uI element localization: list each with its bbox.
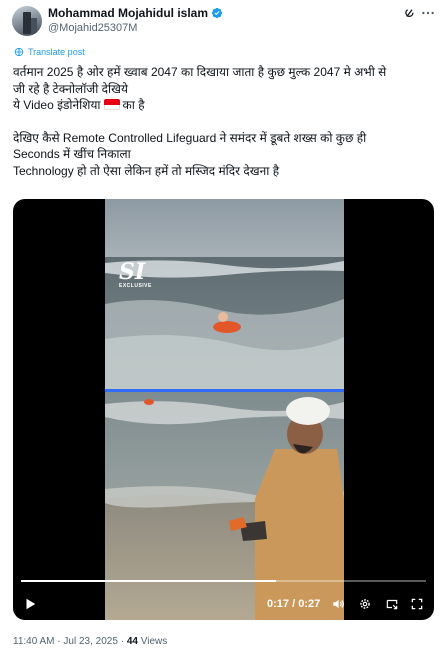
- meta-separator-2: ·: [120, 636, 125, 647]
- video-frame[interactable]: SI EXCLUSIVE: [105, 199, 344, 620]
- grok-icon[interactable]: [403, 6, 417, 20]
- post-time[interactable]: 11:40 AM: [13, 636, 55, 647]
- video-progress-bar[interactable]: [21, 580, 426, 582]
- tweet-line-3-start: ये Video इंडोनेशिया: [13, 98, 101, 112]
- tweet-line-5: Seconds में खींच निकाला: [13, 147, 131, 161]
- globe-icon: [14, 47, 24, 57]
- author-handle[interactable]: @Mojahid25307M: [48, 22, 137, 34]
- tweet-line-6: Technology हो तो ऐसा लेकिन हमें तो मस्जि…: [13, 163, 280, 178]
- avatar-tower-shape: [23, 12, 31, 34]
- time-current: 0:17: [267, 598, 290, 610]
- more-icon[interactable]: [420, 8, 436, 18]
- watermark-sub: EXCLUSIVE: [119, 283, 152, 289]
- time-separator: /: [292, 598, 296, 610]
- buoy-distant: [144, 399, 154, 405]
- fullscreen-icon[interactable]: [410, 597, 424, 611]
- man-shirt: [255, 449, 344, 620]
- avatar[interactable]: [12, 6, 42, 36]
- views-count: 44: [126, 636, 138, 647]
- man-cap: [286, 397, 330, 425]
- watermark: SI EXCLUSIVE: [119, 261, 159, 289]
- remote-lifeguard-buoy: [213, 321, 241, 333]
- indonesia-flag-emoji: [103, 99, 120, 110]
- split-divider: [105, 389, 344, 392]
- views-label: Views: [140, 636, 168, 647]
- tweet-line-3-end: का है: [122, 98, 145, 112]
- author-name-row[interactable]: Mohammad Mojahidul islam: [48, 6, 223, 20]
- swimmer: [218, 312, 228, 322]
- picture-in-picture-icon[interactable]: [385, 597, 399, 611]
- video-progress-fill: [21, 580, 277, 582]
- translate-label[interactable]: Translate post: [28, 47, 85, 57]
- avatar-building-shape: [31, 18, 37, 34]
- tweet-line-4: देखिए कैसे Remote Controlled Lifeguard न…: [13, 130, 367, 145]
- time-total: 0:27: [298, 598, 321, 610]
- tweet-line-3: ये Video इंडोनेशिया का है: [13, 97, 438, 114]
- tweet-text: वर्तमान 2025 है ओर हमें ख्वाब 2047 का दि…: [13, 64, 438, 179]
- tweet-line-1: वर्तमान 2025 है ओर हमें ख्वाब 2047 का दि…: [13, 65, 387, 79]
- tweet-line-2: जी रहे है टेक्नोलॉजी देखिये: [13, 81, 128, 96]
- post-meta: 11:40 AM · Jul 23, 2025 · 44 Views: [13, 636, 167, 647]
- video-timecode: 0:17 / 0:27: [267, 598, 320, 610]
- translate-post-link[interactable]: Translate post: [14, 47, 85, 57]
- play-icon[interactable]: [23, 597, 37, 611]
- watermark-logo: SI: [119, 259, 146, 285]
- post-date[interactable]: Jul 23, 2025: [63, 636, 118, 647]
- verified-badge-icon: [211, 7, 223, 19]
- video-player[interactable]: SI EXCLUSIVE 0:17 / 0:27: [13, 199, 434, 620]
- meta-separator: ·: [57, 636, 61, 647]
- settings-icon[interactable]: [358, 597, 372, 611]
- display-name[interactable]: Mohammad Mojahidul islam: [48, 6, 208, 20]
- volume-icon[interactable]: [331, 597, 345, 611]
- sky: [105, 199, 344, 261]
